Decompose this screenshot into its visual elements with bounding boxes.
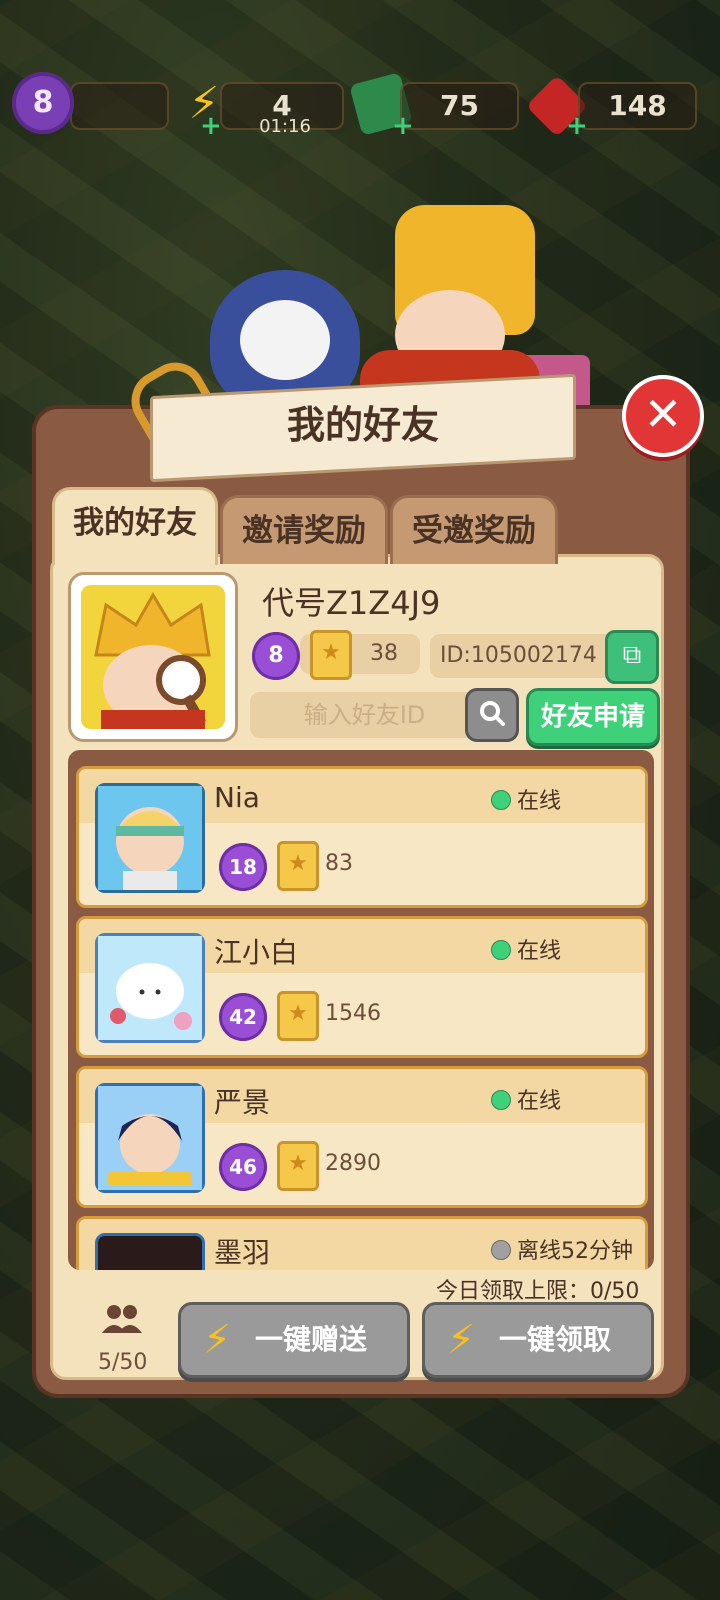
lightning-icon: ⚡ <box>446 1317 476 1363</box>
friend-status: 在线 <box>491 783 561 815</box>
cat-ghost-avatar-icon <box>98 936 202 1040</box>
search-button[interactable] <box>465 688 519 742</box>
search-icon <box>480 701 505 726</box>
online-status-icon <box>491 790 511 810</box>
tab-my-friends[interactable]: 我的好友 <box>52 487 218 565</box>
friends-count-icon <box>102 1305 142 1333</box>
energy-plus-icon[interactable]: + <box>200 113 222 139</box>
cat-face-illustration <box>240 300 330 380</box>
friend-level-badge: 18 <box>219 843 267 891</box>
friend-row[interactable]: 严景 在线 46 ★ 2890 <box>76 1066 648 1208</box>
game-frame-avatar-icon <box>98 1086 202 1190</box>
friend-avatar[interactable] <box>95 783 205 893</box>
friend-name: 严景 <box>214 1086 271 1119</box>
avatar <box>81 585 225 729</box>
resource-bar: 8 ⚡ 4 01:16 + 75 + 148 + <box>0 70 720 140</box>
friend-avatar[interactable] <box>95 1083 205 1193</box>
friend-level-badge: 46 <box>219 1143 267 1191</box>
star-card-icon: ★ <box>277 1141 319 1191</box>
daily-claim-limit: 今日领取上限：0/50 <box>436 1279 640 1304</box>
friend-row[interactable]: 江小白 在线 42 ★ 1546 <box>76 916 648 1058</box>
player-id: ID:105002174 <box>430 634 620 678</box>
online-status-icon <box>491 940 511 960</box>
friend-status: 在线 <box>491 1083 561 1115</box>
tab-invited-rewards[interactable]: 受邀奖励 <box>390 495 558 564</box>
gem-plus-icon[interactable]: + <box>566 113 588 139</box>
lightning-icon: ⚡ <box>202 1317 232 1363</box>
player-level-badge-small: 8 <box>252 632 300 680</box>
friend-status-text: 在线 <box>517 789 562 814</box>
send-all-button[interactable]: ⚡ 一键赠送 <box>178 1302 410 1378</box>
offline-status-icon <box>491 1240 511 1260</box>
friend-status: 离线52分钟 <box>491 1233 633 1265</box>
friend-status-text: 离线52分钟 <box>517 1239 633 1264</box>
cash-plus-icon[interactable]: + <box>392 113 414 139</box>
friend-id-input[interactable] <box>250 692 479 738</box>
send-all-label: 一键赠送 <box>255 1323 368 1356</box>
claim-all-label: 一键领取 <box>499 1323 612 1356</box>
boy-avatar-icon <box>98 786 202 890</box>
player-name: 代号Z1Z4J9 <box>262 584 441 622</box>
cash-counter[interactable]: 75 <box>400 82 519 130</box>
detective-avatar-icon <box>81 585 225 729</box>
star-card-icon: ★ <box>310 630 352 680</box>
friend-status: 在线 <box>491 933 561 965</box>
friend-request-button[interactable]: 好友申请 <box>526 688 660 746</box>
friend-avatar[interactable] <box>95 933 205 1043</box>
close-button[interactable]: ✕ <box>622 375 704 457</box>
friend-row[interactable]: 墨羽 离线52分钟 <box>76 1216 648 1270</box>
friend-avatar[interactable] <box>95 1233 205 1270</box>
energy-timer: 01:16 <box>259 116 311 137</box>
gem-counter[interactable]: 148 <box>578 82 697 130</box>
friend-name: Nia <box>214 781 260 814</box>
tab-invite-rewards[interactable]: 邀请奖励 <box>220 495 388 564</box>
panel-title: 我的好友 <box>286 403 439 448</box>
player-level-badge[interactable]: 8 <box>12 72 74 134</box>
friend-list[interactable]: Nia 在线 18 ★ 83 江小白 在线 42 ★ 1546 严景 在线 46… <box>68 750 654 1270</box>
friend-star-count: 1546 <box>325 1001 381 1026</box>
friend-row[interactable]: Nia 在线 18 ★ 83 <box>76 766 648 908</box>
friend-name: 墨羽 <box>214 1236 271 1269</box>
friend-level-badge: 42 <box>219 993 267 1041</box>
friend-name: 江小白 <box>214 936 299 969</box>
player-avatar-frame[interactable] <box>68 572 238 742</box>
friend-star-count: 2890 <box>325 1151 381 1176</box>
friend-status-text: 在线 <box>517 939 562 964</box>
star-card-icon: ★ <box>277 991 319 1041</box>
xp-progress-bar <box>70 82 169 130</box>
friend-count: 5/50 <box>98 1350 148 1375</box>
player-stars-value: 38 <box>370 641 398 666</box>
online-status-icon <box>491 1090 511 1110</box>
friend-status-text: 在线 <box>517 1089 562 1114</box>
friend-star-count: 83 <box>325 851 353 876</box>
star-card-icon: ★ <box>277 841 319 891</box>
claim-all-button[interactable]: ⚡ 一键领取 <box>422 1302 654 1378</box>
copy-id-button[interactable]: ⧉ <box>605 630 659 684</box>
